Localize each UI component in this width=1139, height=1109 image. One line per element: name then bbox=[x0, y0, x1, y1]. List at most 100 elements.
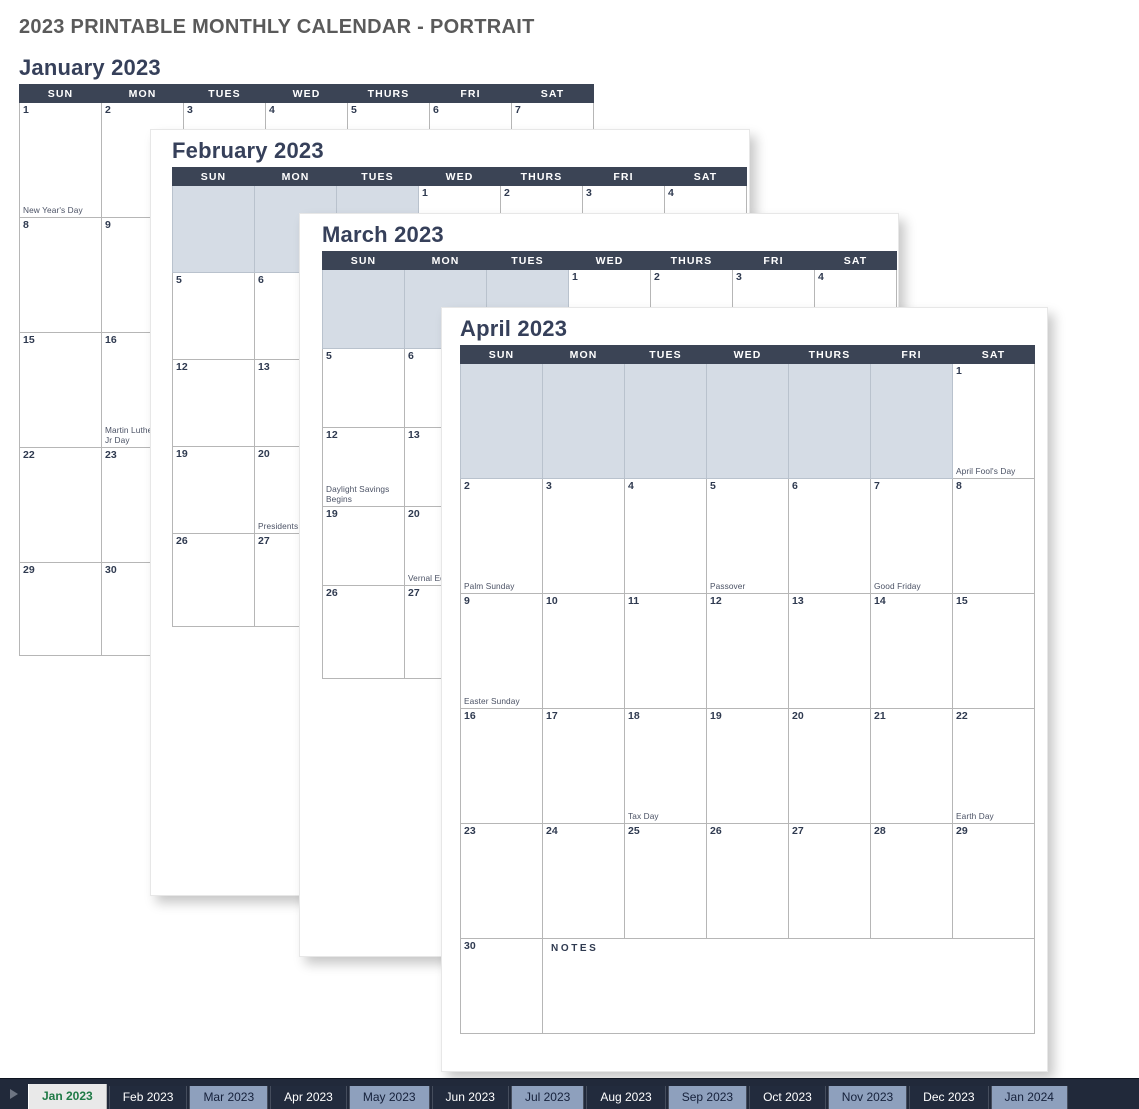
sheet-tab-may-2023[interactable]: May 2023 bbox=[348, 1086, 430, 1109]
sheet-tab-mar-2023[interactable]: Mar 2023 bbox=[189, 1086, 269, 1109]
sheet-tab-jan-2024[interactable]: Jan 2024 bbox=[990, 1086, 1068, 1109]
day-number: 7 bbox=[874, 480, 880, 493]
day-cell[interactable]: 27 bbox=[788, 823, 871, 940]
day-cell[interactable]: 22 Earth Day bbox=[952, 708, 1035, 825]
day-cell[interactable]: 26 bbox=[322, 585, 405, 680]
day-cell[interactable]: 22 bbox=[19, 447, 102, 564]
day-number: 16 bbox=[105, 334, 117, 347]
sheet-nav-next-button[interactable] bbox=[0, 1078, 28, 1109]
weekday-header-tues: TUES bbox=[624, 345, 707, 365]
sheet-tab-dec-2023[interactable]: Dec 2023 bbox=[909, 1086, 989, 1109]
notes-area[interactable]: NOTES bbox=[542, 938, 1035, 1035]
day-cell[interactable]: 18 Tax Day bbox=[624, 708, 707, 825]
weekday-header-fri: FRI bbox=[732, 251, 815, 271]
weekday-header-tues: TUES bbox=[486, 251, 569, 271]
day-cell[interactable]: 4 bbox=[624, 478, 707, 595]
day-cell[interactable]: 15 bbox=[952, 593, 1035, 710]
day-cell[interactable]: 19 bbox=[706, 708, 789, 825]
calendar-body-april: April 2023 SUN MON TUES WED THURS FRI SAT 1 Apri… bbox=[460, 316, 1035, 1035]
weekday-header-row: SUN MON TUES WED THURS FRI SAT bbox=[460, 345, 1035, 365]
day-cell[interactable]: 24 bbox=[542, 823, 625, 940]
day-cell[interactable]: 2 Palm Sunday bbox=[460, 478, 543, 595]
empty-day-cell bbox=[542, 363, 625, 480]
day-number: 21 bbox=[874, 710, 886, 723]
day-cell[interactable]: 26 bbox=[172, 533, 255, 628]
month-title-february: February 2023 bbox=[172, 138, 324, 163]
day-number: 14 bbox=[874, 595, 886, 608]
day-cell[interactable]: 19 bbox=[172, 446, 255, 535]
day-number: 15 bbox=[956, 595, 968, 608]
day-number: 4 bbox=[668, 187, 674, 200]
day-cell[interactable]: 12 Daylight Savings Begins bbox=[322, 427, 405, 508]
day-cell[interactable]: 3 bbox=[542, 478, 625, 595]
sheet-tab-jan-2023[interactable]: Jan 2023 bbox=[28, 1084, 107, 1109]
day-cell[interactable]: 16 bbox=[460, 708, 543, 825]
day-cell[interactable]: 12 bbox=[706, 593, 789, 710]
sheet-tab-nov-2023[interactable]: Nov 2023 bbox=[827, 1086, 908, 1109]
day-number: 24 bbox=[546, 825, 558, 838]
day-number: 1 bbox=[956, 365, 962, 378]
weekday-header-tues: TUES bbox=[183, 84, 266, 104]
day-number: 4 bbox=[269, 104, 275, 117]
day-cell[interactable]: 28 bbox=[870, 823, 953, 940]
weekday-header-mon: MON bbox=[542, 345, 625, 365]
sheet-tab-aug-2023[interactable]: Aug 2023 bbox=[586, 1086, 666, 1109]
calendar-week-row: 1 April Fool's Day bbox=[460, 363, 1035, 480]
day-cell[interactable]: 17 bbox=[542, 708, 625, 825]
day-cell[interactable]: 8 bbox=[19, 217, 102, 334]
sheet-tab-apr-2023[interactable]: Apr 2023 bbox=[270, 1086, 347, 1109]
sheet-tab-sep-2023[interactable]: Sep 2023 bbox=[667, 1086, 748, 1109]
sheet-tab-oct-2023[interactable]: Oct 2023 bbox=[749, 1086, 826, 1109]
weekday-header-sun: SUN bbox=[19, 84, 102, 104]
day-cell[interactable]: 6 bbox=[788, 478, 871, 595]
weekday-header-mon: MON bbox=[404, 251, 487, 271]
day-number: 15 bbox=[23, 334, 35, 347]
day-cell[interactable]: 5 Passover bbox=[706, 478, 789, 595]
day-number: 5 bbox=[351, 104, 357, 117]
day-cell[interactable]: 7 Good Friday bbox=[870, 478, 953, 595]
day-cell[interactable]: 15 bbox=[19, 332, 102, 449]
holiday-label: New Year's Day bbox=[23, 205, 83, 216]
day-number: 28 bbox=[874, 825, 886, 838]
day-number: 19 bbox=[710, 710, 722, 723]
day-cell[interactable]: 20 bbox=[788, 708, 871, 825]
day-cell[interactable]: 26 bbox=[706, 823, 789, 940]
day-cell[interactable]: 14 bbox=[870, 593, 953, 710]
day-number: 1 bbox=[422, 187, 428, 200]
month-title-april: April 2023 bbox=[460, 316, 568, 341]
day-number: 30 bbox=[464, 940, 476, 953]
weekday-header-tues: TUES bbox=[336, 167, 419, 187]
day-cell[interactable]: 23 bbox=[460, 823, 543, 940]
day-cell[interactable]: 12 bbox=[172, 359, 255, 448]
day-cell[interactable]: 13 bbox=[788, 593, 871, 710]
day-number: 13 bbox=[792, 595, 804, 608]
day-number: 4 bbox=[628, 480, 634, 493]
sheet-tab-feb-2023[interactable]: Feb 2023 bbox=[108, 1086, 188, 1109]
day-cell[interactable]: 25 bbox=[624, 823, 707, 940]
day-number: 2 bbox=[504, 187, 510, 200]
day-number: 9 bbox=[464, 595, 470, 608]
weekday-header-sun: SUN bbox=[172, 167, 255, 187]
day-cell[interactable]: 21 bbox=[870, 708, 953, 825]
day-cell[interactable]: 30 bbox=[460, 938, 543, 1035]
day-cell[interactable]: 1 New Year's Day bbox=[19, 102, 102, 219]
day-cell[interactable]: 29 bbox=[952, 823, 1035, 940]
day-cell[interactable]: 11 bbox=[624, 593, 707, 710]
day-cell[interactable]: 19 bbox=[322, 506, 405, 587]
day-cell[interactable]: 1 April Fool's Day bbox=[952, 363, 1035, 480]
day-cell[interactable]: 5 bbox=[322, 348, 405, 429]
empty-day-cell bbox=[788, 363, 871, 480]
day-cell[interactable]: 29 bbox=[19, 562, 102, 657]
sheet-tab-jul-2023[interactable]: Jul 2023 bbox=[510, 1086, 585, 1109]
sheet-tab-jun-2023[interactable]: Jun 2023 bbox=[431, 1086, 509, 1109]
day-cell[interactable]: 10 bbox=[542, 593, 625, 710]
weekday-header-wed: WED bbox=[706, 345, 789, 365]
day-cell[interactable]: 8 bbox=[952, 478, 1035, 595]
day-number: 1 bbox=[572, 271, 578, 284]
day-number: 19 bbox=[176, 448, 188, 461]
day-number: 12 bbox=[710, 595, 722, 608]
day-cell[interactable]: 9 Easter Sunday bbox=[460, 593, 543, 710]
day-cell[interactable]: 5 bbox=[172, 272, 255, 361]
calendar-week-row: 16 17 18 Tax Day 19 20 21 22 Earth Day bbox=[460, 708, 1035, 825]
day-number: 3 bbox=[736, 271, 742, 284]
